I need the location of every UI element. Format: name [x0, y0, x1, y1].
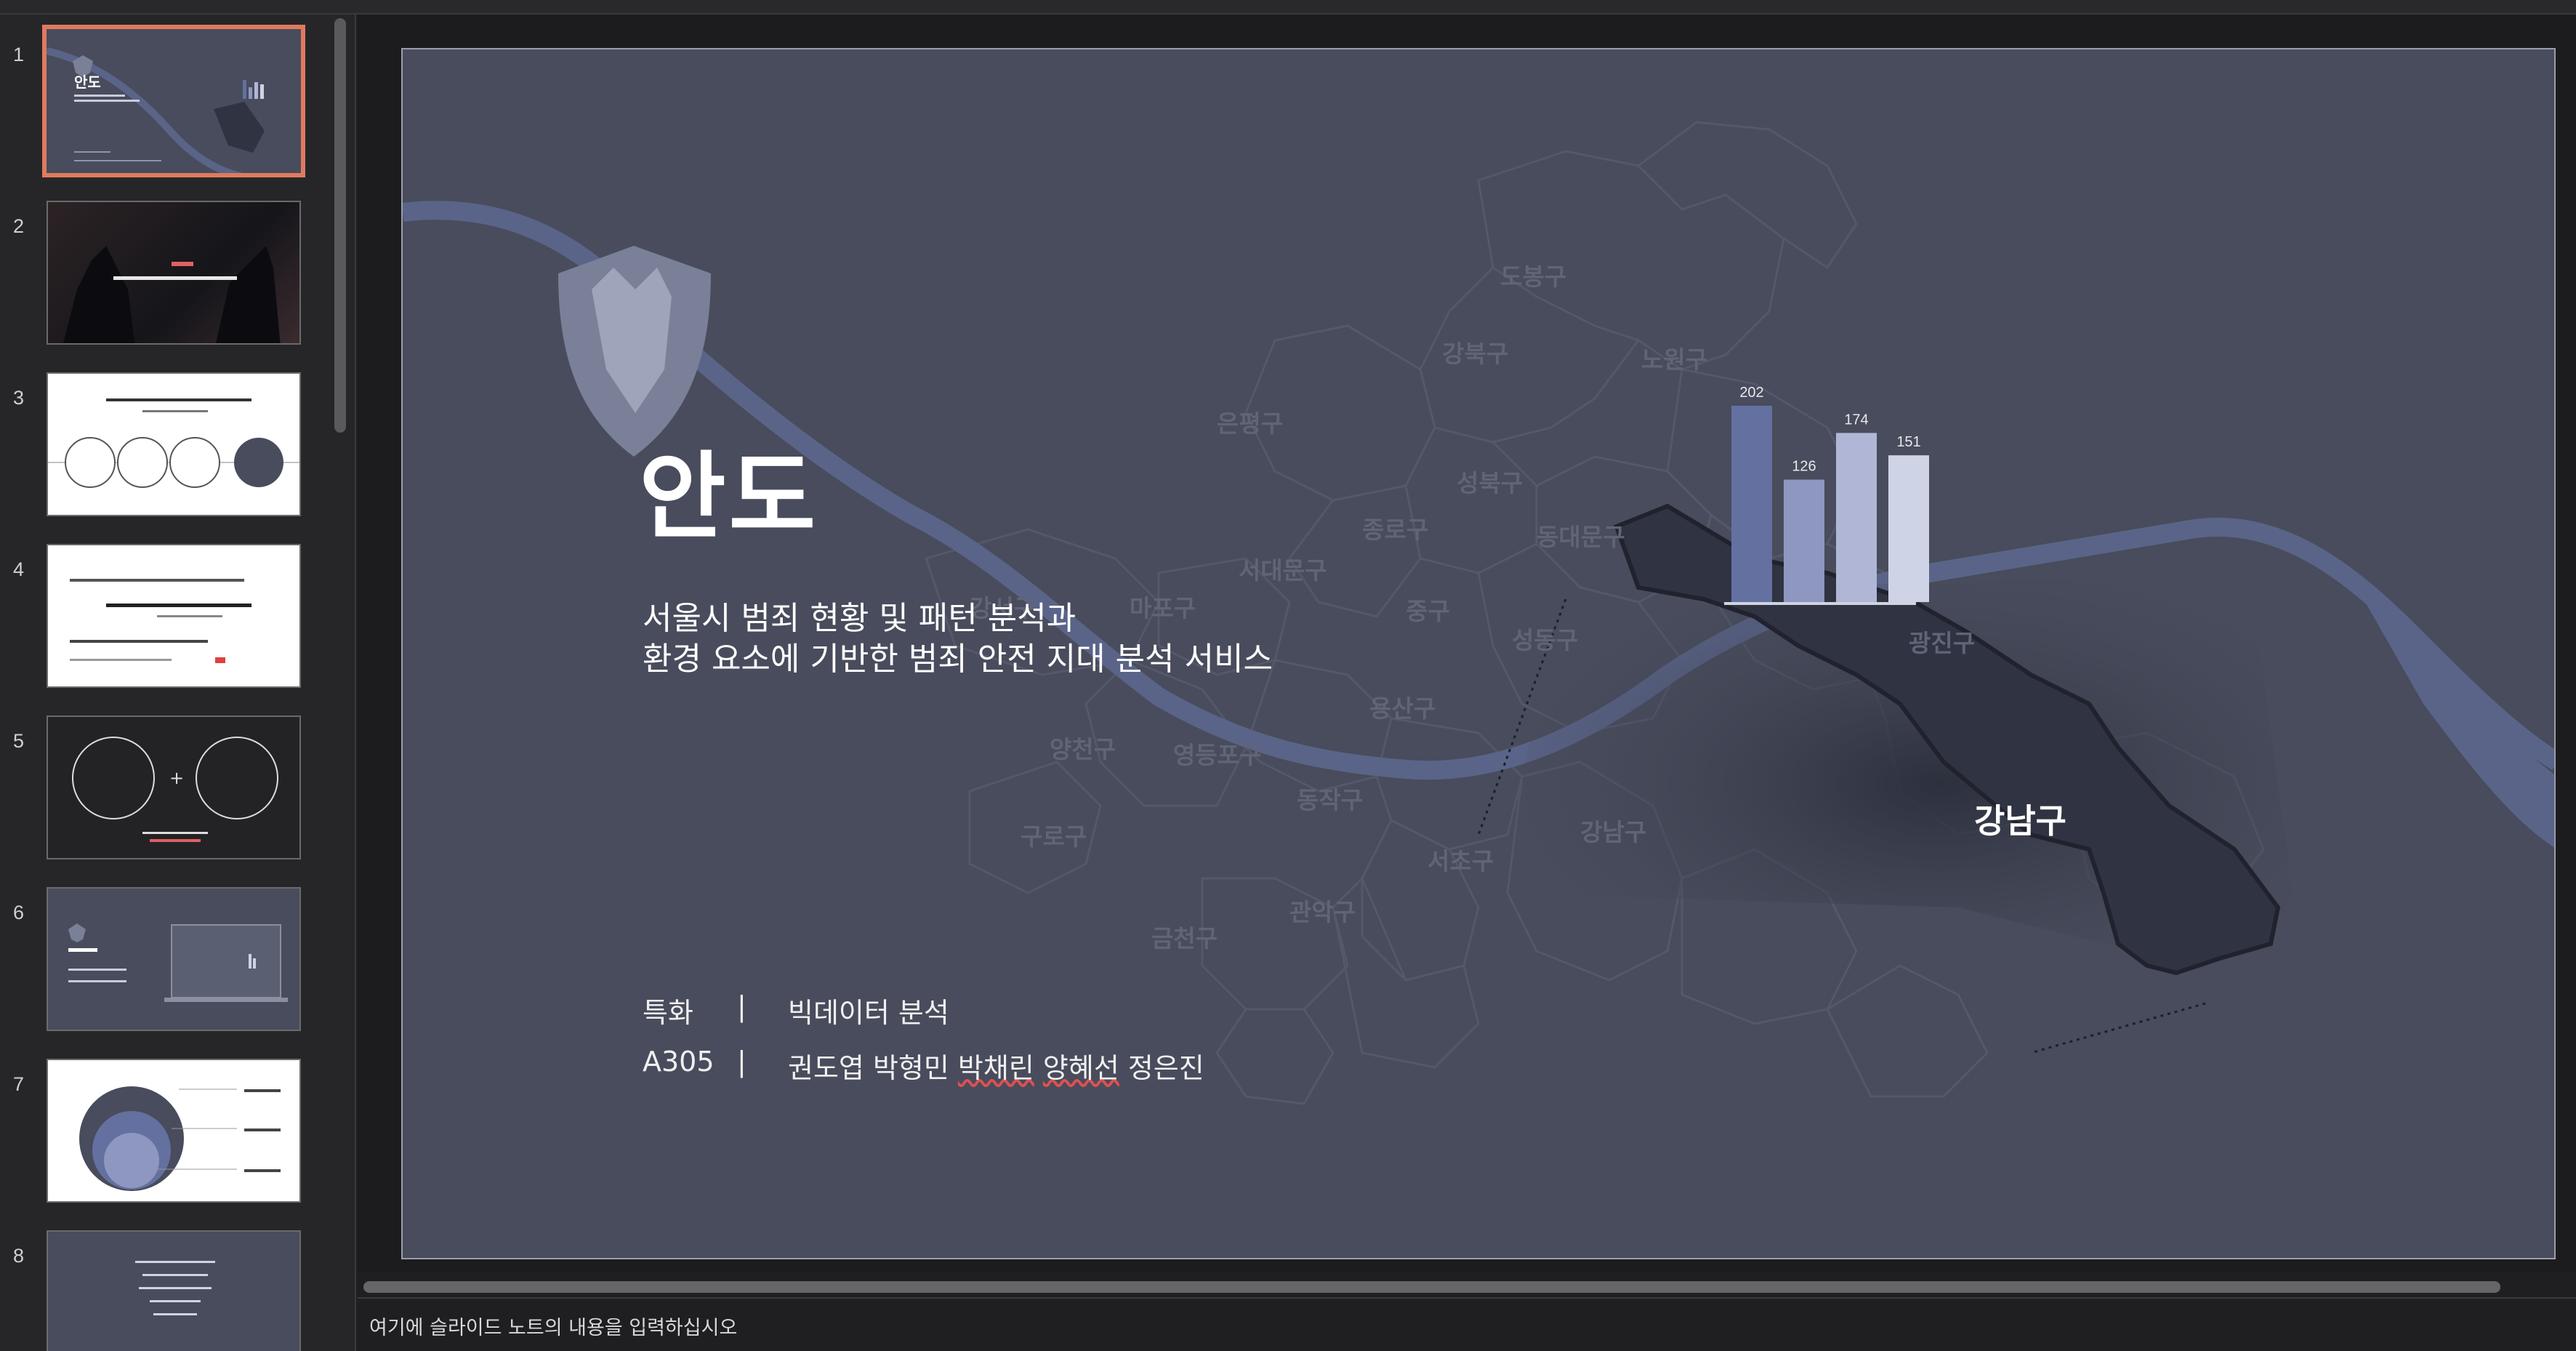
chart-bar	[1836, 433, 1877, 602]
slide-number: 2	[13, 215, 25, 237]
slide-number: 8	[13, 1245, 25, 1267]
slide-number: 3	[13, 387, 25, 409]
slide-number: 4	[13, 558, 25, 580]
notes-placeholder[interactable]: 여기에 슬라이드 노트의 내용을 입력하십시오	[369, 1312, 737, 1340]
chart-bar	[1731, 406, 1772, 602]
slide-thumb-row[interactable]: 8	[0, 1230, 334, 1351]
svg-text:+: +	[169, 768, 184, 788]
panel-scrollbar[interactable]	[334, 18, 346, 433]
slide-number: 1	[13, 44, 25, 65]
slide-thumbnail[interactable]: 안도	[42, 25, 305, 177]
slide-thumb-row[interactable]: 5 +	[0, 715, 334, 868]
chart-bar	[1888, 455, 1929, 602]
slide-thumb-row[interactable]: 6	[0, 887, 334, 1040]
presentation-editor: 1 안도 2 3 4 5 + 6 7 8 도봉구 강북구 노원구 은평구 성북구…	[0, 0, 2576, 1351]
chart-data-label: 174	[1844, 412, 1868, 428]
svg-text:안도: 안도	[74, 73, 101, 91]
slide-thumbnail[interactable]	[47, 372, 301, 516]
slide-thumbnail[interactable]	[47, 1230, 301, 1351]
slide-thumbnail-panel[interactable]: 1 안도 2 3 4 5 + 6 7 8	[0, 15, 356, 1351]
slide-thumbnail[interactable]: +	[47, 715, 301, 859]
slide-number: 7	[13, 1073, 25, 1095]
notes-pane[interactable]: 여기에 슬라이드 노트의 내용을 입력하십시오	[358, 1297, 2576, 1351]
slide-thumb-row[interactable]: 4	[0, 544, 334, 697]
slide-thumbnail[interactable]	[47, 887, 301, 1031]
slide-editor-area[interactable]: 도봉구 강북구 노원구 은평구 성북구 종로구 동대문구 서대문구 마포구 강서…	[358, 15, 2576, 1272]
slide-thumbnail[interactable]	[47, 201, 301, 345]
crime-bar-chart: 202 126 174 151	[1731, 385, 1929, 602]
scrollbar-thumb[interactable]	[363, 1281, 2500, 1293]
slide-thumb-row[interactable]: 2	[0, 201, 334, 353]
chart-data-label: 126	[1792, 459, 1816, 475]
highlight-district-label: 강남구	[1974, 801, 2066, 841]
slide-thumbnail[interactable]	[47, 544, 301, 688]
slide-number: 5	[13, 730, 25, 752]
slide-thumbnail[interactable]	[47, 1059, 301, 1203]
slide-thumb-row[interactable]: 3	[0, 372, 334, 525]
slide-number: 6	[13, 902, 25, 923]
chart-data-label: 202	[1739, 385, 1763, 401]
slide-thumb-row[interactable]: 7	[0, 1059, 334, 1211]
chart-bar	[1784, 479, 1824, 602]
chart-data-label: 151	[1896, 434, 1920, 450]
horizontal-scrollbar[interactable]	[363, 1281, 2500, 1293]
current-slide[interactable]: 도봉구 강북구 노원구 은평구 성북구 종로구 동대문구 서대문구 마포구 강서…	[401, 48, 2556, 1259]
slide-thumb-row[interactable]: 1 안도	[0, 25, 334, 182]
toolbar-strip	[0, 0, 2576, 15]
